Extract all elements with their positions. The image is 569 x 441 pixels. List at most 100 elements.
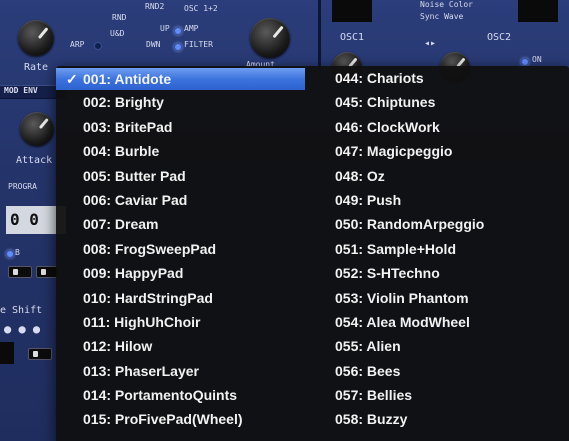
menu-item-left-2[interactable]: 002: Brighty — [56, 90, 305, 114]
menu-item-right-11[interactable]: 054: Alea ModWheel — [331, 310, 569, 334]
osc-arrows-icon: ◂▸ — [424, 38, 437, 49]
menu-item-right-5[interactable]: 048: Oz — [331, 164, 569, 188]
menu-item-label: 049: Push — [335, 191, 402, 208]
menu-item-label: 058: Buzzy — [335, 411, 408, 428]
ud-label: U&D — [110, 29, 125, 38]
menu-item-label: 014: PortamentoQuints — [83, 387, 238, 404]
sync-wave-label: Sync Wave — [420, 12, 464, 21]
up-label: UP — [160, 24, 170, 33]
shift-label: e Shift — [0, 305, 43, 316]
menu-item-right-10[interactable]: 053: Violin Phantom — [331, 286, 569, 310]
osc2-label: OSC2 — [487, 32, 512, 43]
menu-item-label: 012: Hilow — [83, 338, 153, 355]
menu-item-right-7[interactable]: 050: RandomArpeggio — [331, 212, 569, 236]
shift-toggle[interactable] — [28, 348, 52, 360]
b-led[interactable] — [6, 250, 14, 258]
menu-item-left-15[interactable]: 015: ProFivePad(Wheel) — [56, 407, 305, 431]
menu-item-label: 005: Butter Pad — [83, 167, 186, 184]
osc-black-box-left — [332, 0, 372, 22]
menu-item-label: 044: Chariots — [335, 70, 424, 86]
menu-item-left-4[interactable]: 004: Burble — [56, 139, 305, 163]
menu-item-right-8[interactable]: 051: Sample+Hold — [331, 237, 569, 261]
osc12-label: OSC 1+2 — [184, 4, 218, 13]
noise-color-label: Noise Color — [420, 0, 473, 9]
menu-item-left-1[interactable]: ✓ 001: Antidote — [56, 68, 305, 90]
synth-window: Rate ARP RND RND2 OSC 1+2 U&D UP AMP DWN… — [0, 0, 569, 441]
panel-divider — [318, 0, 321, 70]
menu-item-left-3[interactable]: 003: BritePad — [56, 115, 305, 139]
menu-item-label: 057: Bellies — [335, 387, 413, 404]
menu-item-label: 052: S-HTechno — [335, 265, 440, 282]
menu-item-left-9[interactable]: 009: HappyPad — [56, 261, 305, 285]
menu-item-label: 051: Sample+Hold — [335, 240, 456, 257]
b-label: B — [15, 248, 20, 257]
checkmark-icon: ✓ — [66, 71, 78, 87]
menu-item-left-12[interactable]: 012: Hilow — [56, 334, 305, 358]
menu-item-right-12[interactable]: 055: Alien — [331, 334, 569, 358]
left-toggle-1[interactable] — [8, 266, 32, 278]
menu-item-label: 045: Chiptunes — [335, 94, 436, 111]
menu-item-left-6[interactable]: 006: Caviar Pad — [56, 188, 305, 212]
menu-item-label: 001: Antidote — [83, 71, 172, 87]
menu-item-label: 015: ProFivePad(Wheel) — [83, 411, 243, 428]
rate-label: Rate — [24, 62, 49, 73]
menu-item-right-1[interactable]: 044: Chariots — [331, 66, 569, 90]
amount-knob[interactable] — [250, 18, 290, 58]
osc-black-box-right — [518, 0, 558, 22]
menu-item-left-8[interactable]: 008: FrogSweepPad — [56, 237, 305, 261]
osc-on-led[interactable] — [521, 58, 529, 66]
menu-column-right: 044: Chariots 045: Chiptunes 046: ClockWor… — [331, 66, 569, 432]
menu-column-left: ✓ 001: Antidote 002: Brighty 003: BritePad 0… — [56, 66, 305, 432]
menu-item-label: 006: Caviar Pad — [83, 191, 188, 208]
menu-item-left-13[interactable]: 013: PhaserLayer — [56, 359, 305, 383]
menu-item-label: 046: ClockWork — [335, 118, 440, 135]
menu-item-label: 008: FrogSweepPad — [83, 240, 217, 257]
menu-item-label: 053: Violin Phantom — [335, 289, 469, 306]
menu-item-label: 013: PhaserLayer — [83, 362, 199, 379]
attack-knob[interactable] — [20, 112, 54, 146]
menu-item-left-14[interactable]: 014: PortamentoQuints — [56, 383, 305, 407]
menu-item-label: 003: BritePad — [83, 118, 173, 135]
amp-led[interactable] — [174, 27, 182, 35]
arp-led[interactable] — [94, 42, 102, 50]
shift-dots: ● ● ● — [4, 322, 41, 336]
preset-popup-menu: ✓ 001: Antidote 002: Brighty 003: BritePad 0… — [56, 66, 569, 441]
menu-item-label: 050: RandomArpeggio — [335, 216, 485, 233]
program-label: PROGRA — [8, 182, 37, 191]
menu-item-label: 048: Oz — [335, 167, 385, 184]
menu-item-left-11[interactable]: 011: HighUhChoir — [56, 310, 305, 334]
menu-item-right-15[interactable]: 058: Buzzy — [331, 407, 569, 431]
amp-label: AMP — [184, 24, 199, 33]
osc-on-label: ON — [532, 55, 542, 64]
attack-label: Attack — [16, 155, 53, 166]
menu-item-left-5[interactable]: 005: Butter Pad — [56, 164, 305, 188]
dwn-label: DWN — [146, 40, 161, 49]
filter-label: FILTER — [184, 40, 213, 49]
menu-item-right-4[interactable]: 047: Magicpeggio — [331, 139, 569, 163]
menu-item-label: 047: Magicpeggio — [335, 143, 453, 160]
osc1-label: OSC1 — [340, 32, 365, 43]
menu-item-label: 055: Alien — [335, 338, 401, 355]
menu-item-right-14[interactable]: 057: Bellies — [331, 383, 569, 407]
menu-item-right-2[interactable]: 045: Chiptunes — [331, 90, 569, 114]
filter-led[interactable] — [174, 43, 182, 51]
menu-item-left-10[interactable]: 010: HardStringPad — [56, 286, 305, 310]
rnd-label: RND — [112, 13, 127, 22]
menu-item-label: 056: Bees — [335, 362, 401, 379]
menu-item-left-7[interactable]: 007: Dream — [56, 212, 305, 236]
menu-item-label: 009: HappyPad — [83, 265, 184, 282]
menu-item-right-13[interactable]: 056: Bees — [331, 359, 569, 383]
menu-item-label: 054: Alea ModWheel — [335, 313, 470, 330]
menu-item-right-9[interactable]: 052: S-HTechno — [331, 261, 569, 285]
menu-item-right-6[interactable]: 049: Push — [331, 188, 569, 212]
mod-env-label: MOD ENV — [4, 86, 38, 95]
menu-item-label: 004: Burble — [83, 143, 160, 160]
menu-item-label: 011: HighUhChoir — [83, 313, 201, 330]
left-black-box — [0, 342, 14, 364]
menu-item-right-3[interactable]: 046: ClockWork — [331, 115, 569, 139]
rnd2-label: RND2 — [145, 2, 165, 11]
menu-item-label: 007: Dream — [83, 216, 159, 233]
menu-item-label: 010: HardStringPad — [83, 289, 213, 306]
rate-knob[interactable] — [18, 20, 54, 56]
menu-item-label: 002: Brighty — [83, 94, 164, 111]
